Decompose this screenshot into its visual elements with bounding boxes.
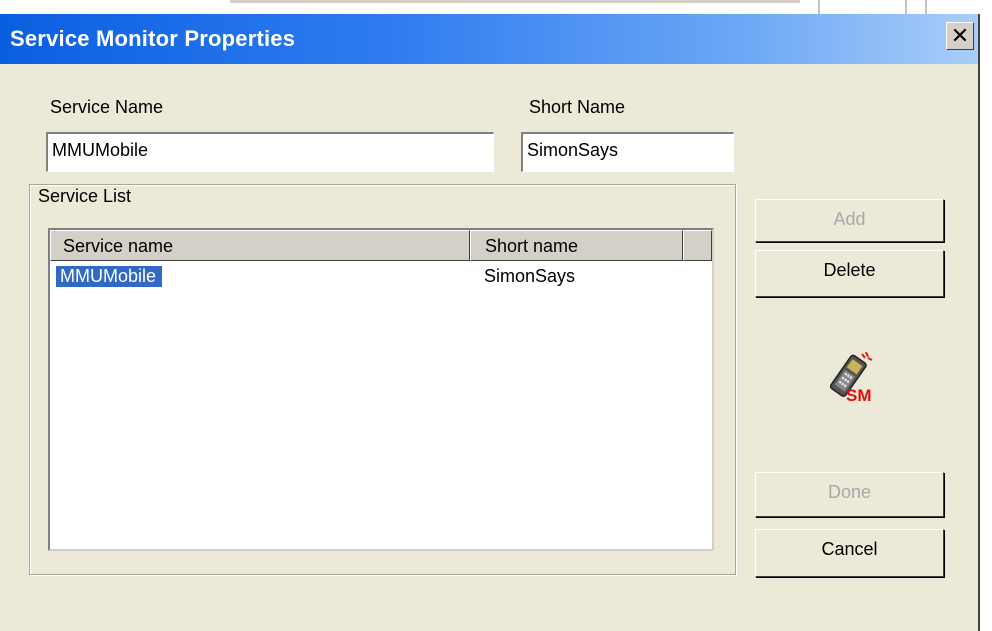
background-window [980,14,992,631]
service-list-label: Service List [36,186,134,207]
row-short-name[interactable]: SimonSays [484,266,575,287]
short-name-label: Short Name [529,97,626,117]
column-header-service-name[interactable]: Service name [50,230,470,261]
add-button[interactable]: Add [755,199,944,242]
row-service-name[interactable]: MMUMobile [56,266,163,287]
window-title: Service Monitor Properties [10,26,296,51]
close-icon: ✕ [950,23,970,48]
sm-logo-text: SM [846,386,872,405]
delete-button[interactable]: Delete [755,250,944,297]
title-bar[interactable]: Service Monitor Properties ✕ [0,14,978,64]
column-header-short-name[interactable]: Short name [470,230,683,261]
background-divider [925,0,927,14]
close-button[interactable]: ✕ [946,22,974,50]
short-name-input[interactable]: SimonSays [521,132,734,172]
service-name-label: Service Name [50,97,164,117]
done-button[interactable]: Done [755,472,944,517]
column-header-filler [683,230,712,261]
background-divider [230,0,800,3]
cancel-button[interactable]: Cancel [755,529,944,577]
service-list-view[interactable]: Service name Short name MMUMobile SimonS… [48,228,714,551]
background-divider [905,0,907,14]
background-window-strip [0,0,992,14]
background-divider [818,0,820,14]
service-name-input[interactable]: MMUMobile [46,132,494,172]
